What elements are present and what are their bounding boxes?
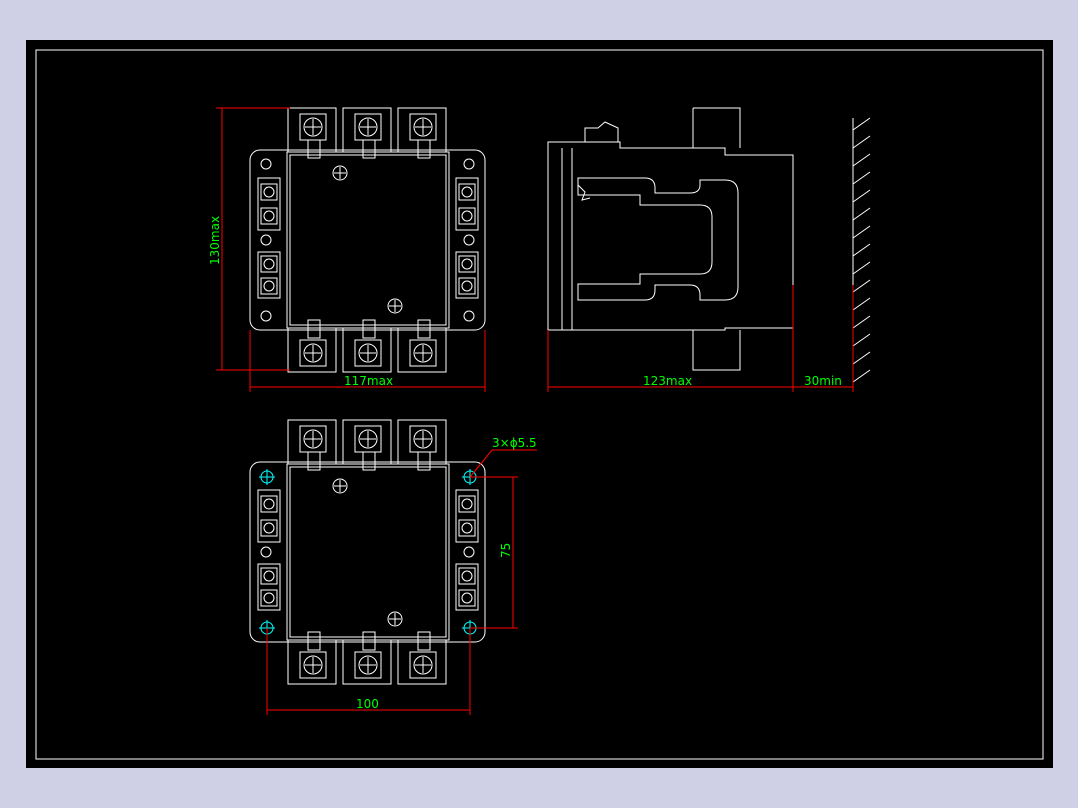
- dim-hole-vertical-label: 75: [499, 543, 513, 558]
- drawing-sheet: [26, 40, 1053, 768]
- drawing-canvas[interactable]: 130max 117max 123max 30min 3×ϕ5.5 75 100: [0, 0, 1078, 808]
- dim-hole-horizontal-label: 100: [356, 697, 379, 711]
- dim-depth-label: 123max: [643, 374, 692, 388]
- dim-clearance-label: 30min: [804, 374, 842, 388]
- dim-width-front-label: 117max: [344, 374, 393, 388]
- cad-viewport[interactable]: 130max 117max 123max 30min 3×ϕ5.5 75 100: [0, 0, 1078, 808]
- dim-height-label: 130max: [208, 216, 222, 265]
- dim-hole-callout-label: 3×ϕ5.5: [492, 436, 537, 450]
